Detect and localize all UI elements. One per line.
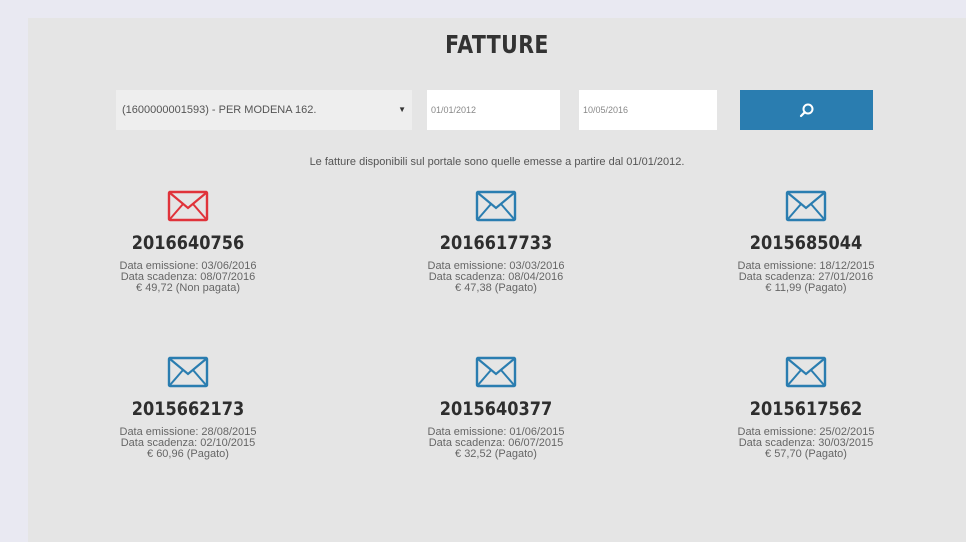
envelope-icon[interactable] bbox=[475, 356, 517, 388]
envelope-icon[interactable] bbox=[785, 190, 827, 222]
search-icon bbox=[799, 103, 813, 118]
chevron-down-icon: ▼ bbox=[398, 105, 406, 114]
invoice-number[interactable]: 2015640377 bbox=[386, 398, 607, 420]
invoice-number[interactable]: 2015617562 bbox=[696, 398, 917, 420]
invoice-details: Data emissione: 25/02/2015 Data scadenza:… bbox=[676, 427, 936, 460]
invoice-amount: € 60,96 (Pagato) bbox=[147, 448, 229, 460]
invoice-card[interactable]: 2015640377 Data emissione: 01/06/2015 Data… bbox=[366, 356, 626, 460]
availability-notice: Le fatture disponibili sul portale sono … bbox=[309, 156, 685, 168]
invoice-details: Data emissione: 03/03/2016 Data scadenza:… bbox=[366, 261, 626, 294]
invoice-details: Data emissione: 28/08/2015 Data scadenza:… bbox=[58, 427, 318, 460]
invoice-amount: € 32,52 (Pagato) bbox=[455, 448, 537, 460]
invoice-card[interactable]: 2015617562 Data emissione: 25/02/2015 Data… bbox=[676, 356, 936, 460]
date-to-input[interactable]: 10/05/2016 bbox=[579, 90, 717, 130]
invoice-details: Data emissione: 01/06/2015 Data scadenza:… bbox=[366, 427, 626, 460]
invoice-amount: € 47,38 (Pagato) bbox=[455, 282, 537, 294]
invoice-number[interactable]: 2016640756 bbox=[78, 232, 299, 254]
envelope-icon[interactable] bbox=[167, 356, 209, 388]
invoice-number[interactable]: 2015662173 bbox=[78, 398, 299, 420]
invoices-panel: FATTURE (1600000001593) - PER MODENA 162… bbox=[28, 18, 966, 542]
invoice-number[interactable]: 2015685044 bbox=[696, 232, 917, 254]
invoice-details: Data emissione: 03/06/2016 Data scadenza:… bbox=[58, 261, 318, 294]
invoice-card[interactable]: 2015662173 Data emissione: 28/08/2015 Data… bbox=[58, 356, 318, 460]
invoice-amount: € 57,70 (Pagato) bbox=[765, 448, 847, 460]
date-from-input[interactable]: 01/01/2012 bbox=[427, 90, 560, 130]
invoice-card[interactable]: 2016617733 Data emissione: 03/03/2016 Data… bbox=[366, 190, 626, 294]
contract-select[interactable]: (1600000001593) - PER MODENA 162. ▼ bbox=[116, 90, 412, 130]
search-button[interactable] bbox=[740, 90, 873, 130]
invoice-number[interactable]: 2016617733 bbox=[386, 232, 607, 254]
invoice-card[interactable]: 2015685044 Data emissione: 18/12/2015 Data… bbox=[676, 190, 936, 294]
contract-select-value: (1600000001593) - PER MODENA 162. bbox=[122, 104, 317, 116]
envelope-icon[interactable] bbox=[167, 190, 209, 222]
invoice-amount: € 49,72 (Non pagata) bbox=[136, 282, 240, 294]
envelope-icon[interactable] bbox=[785, 356, 827, 388]
invoice-amount: € 11,99 (Pagato) bbox=[765, 282, 847, 294]
envelope-icon[interactable] bbox=[475, 190, 517, 222]
invoice-details: Data emissione: 18/12/2015 Data scadenza:… bbox=[676, 261, 936, 294]
invoice-card[interactable]: 2016640756 Data emissione: 03/06/2016 Data… bbox=[58, 190, 318, 294]
page-title: FATTURE bbox=[445, 30, 549, 59]
